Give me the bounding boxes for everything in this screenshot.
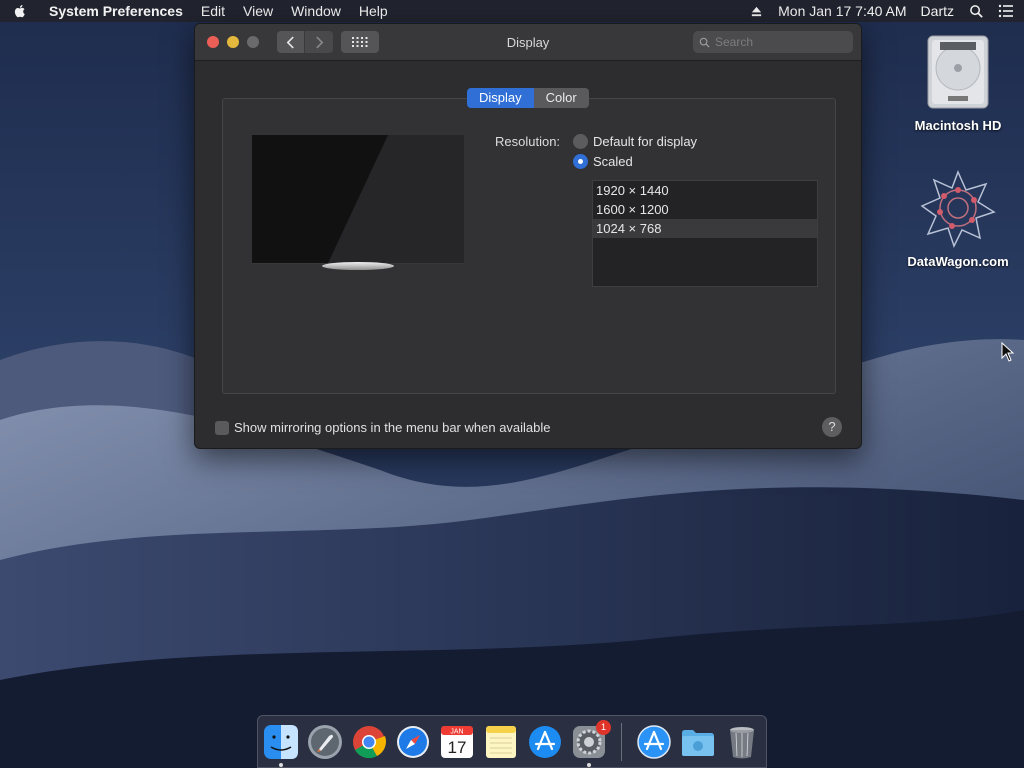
window-titlebar[interactable]: Display <box>195 24 861 61</box>
running-indicator <box>279 762 283 767</box>
chevron-right-icon <box>315 36 323 48</box>
menu-bar: System Preferences Edit View Window Help… <box>0 0 1024 22</box>
menu-clock[interactable]: Mon Jan 17 7:40 AM <box>778 3 906 19</box>
calendar-icon: JAN 17 <box>441 725 473 758</box>
apple-menu[interactable] <box>0 3 40 19</box>
desktop-icon-label: DataWagon.com <box>907 254 1009 269</box>
mirroring-checkbox[interactable] <box>215 420 229 435</box>
menu-view[interactable]: View <box>234 0 282 22</box>
menu-app-name[interactable]: System Preferences <box>40 0 192 22</box>
grid-icon <box>352 37 368 47</box>
calendar-day: 17 <box>448 738 467 757</box>
dock-calendar[interactable]: JAN 17 <box>439 724 475 760</box>
radio-label: Scaled <box>593 154 633 169</box>
dock-chrome[interactable] <box>351 724 387 760</box>
dock-finder[interactable] <box>263 724 299 767</box>
resolution-item[interactable]: 1600 × 1200 <box>593 200 817 219</box>
search-icon <box>699 37 710 48</box>
tab-color[interactable]: Color <box>533 88 589 108</box>
display-preview-image <box>252 135 464 270</box>
resolution-item-selected[interactable]: 1024 × 768 <box>593 219 817 238</box>
dock-safari[interactable] <box>395 724 431 760</box>
eject-icon[interactable] <box>748 3 764 19</box>
resolution-label: Resolution: <box>495 134 561 149</box>
notes-icon <box>486 725 516 758</box>
dock-app-store-downloads[interactable] <box>636 724 672 760</box>
tab-bar: Display Color <box>467 88 589 108</box>
dock-app-store[interactable] <box>527 724 563 760</box>
radio-button[interactable] <box>573 134 588 149</box>
radio-label: Default for display <box>593 134 698 149</box>
mirroring-label: Show mirroring options in the menu bar w… <box>234 420 551 435</box>
dock-separator <box>621 722 622 761</box>
notification-center-icon[interactable] <box>998 3 1014 19</box>
dock: JAN 17 1 <box>257 715 767 768</box>
radio-button[interactable] <box>573 154 588 169</box>
display-preferences-window: Display Display Color <box>194 23 862 449</box>
finder-icon <box>264 724 298 759</box>
desktop-icon-label: Macintosh HD <box>914 118 1002 133</box>
dock-trash[interactable] <box>724 724 760 760</box>
safari-compass-icon <box>397 725 429 758</box>
chevron-left-icon <box>286 36 294 48</box>
calendar-month: JAN <box>450 728 463 735</box>
menu-window[interactable]: Window <box>282 0 350 22</box>
app-store-icon <box>637 724 671 759</box>
desktop-icon-macintosh-hd[interactable]: Macintosh HD <box>903 32 1013 133</box>
help-button[interactable]: ? <box>822 417 842 437</box>
radio-scaled[interactable]: Scaled <box>573 154 633 169</box>
dock-notes[interactable] <box>483 724 519 760</box>
running-indicator <box>587 762 591 767</box>
desktop-icon-datawagon[interactable]: DataWagon.com <box>903 168 1013 269</box>
rocket-icon <box>308 724 342 759</box>
close-button[interactable] <box>207 36 219 48</box>
resolution-list[interactable]: 1920 × 1440 1600 × 1200 1024 × 768 <box>592 180 818 287</box>
search-input[interactable] <box>715 35 835 49</box>
tab-display[interactable]: Display <box>467 88 534 108</box>
forward-button[interactable] <box>305 31 333 53</box>
dock-launchpad[interactable] <box>307 724 343 760</box>
search-field[interactable] <box>693 31 853 53</box>
show-all-button[interactable] <box>341 31 379 53</box>
dock-system-preferences[interactable]: 1 <box>571 719 611 767</box>
chrome-icon <box>353 725 387 758</box>
trash-icon <box>730 726 754 758</box>
notification-badge: 1 <box>596 719 611 735</box>
menu-user[interactable]: Dartz <box>921 3 954 19</box>
back-button[interactable] <box>277 31 305 53</box>
dock-folder[interactable] <box>680 724 716 760</box>
zoom-button[interactable] <box>247 36 259 48</box>
folder-icon <box>682 729 714 756</box>
minimize-button[interactable] <box>227 36 239 48</box>
datawagon-logo-icon <box>920 170 996 248</box>
hard-drive-icon <box>927 35 989 109</box>
resolution-item[interactable]: 1920 × 1440 <box>593 181 817 200</box>
menu-edit[interactable]: Edit <box>192 0 234 22</box>
radio-default-for-display[interactable]: Default for display <box>573 134 697 149</box>
app-store-icon <box>529 725 561 758</box>
mirroring-option[interactable]: Show mirroring options in the menu bar w… <box>215 420 551 435</box>
menu-help[interactable]: Help <box>350 0 397 22</box>
apple-icon <box>14 5 25 18</box>
spotlight-search-icon[interactable] <box>968 3 984 19</box>
mouse-cursor-icon <box>1001 342 1015 362</box>
